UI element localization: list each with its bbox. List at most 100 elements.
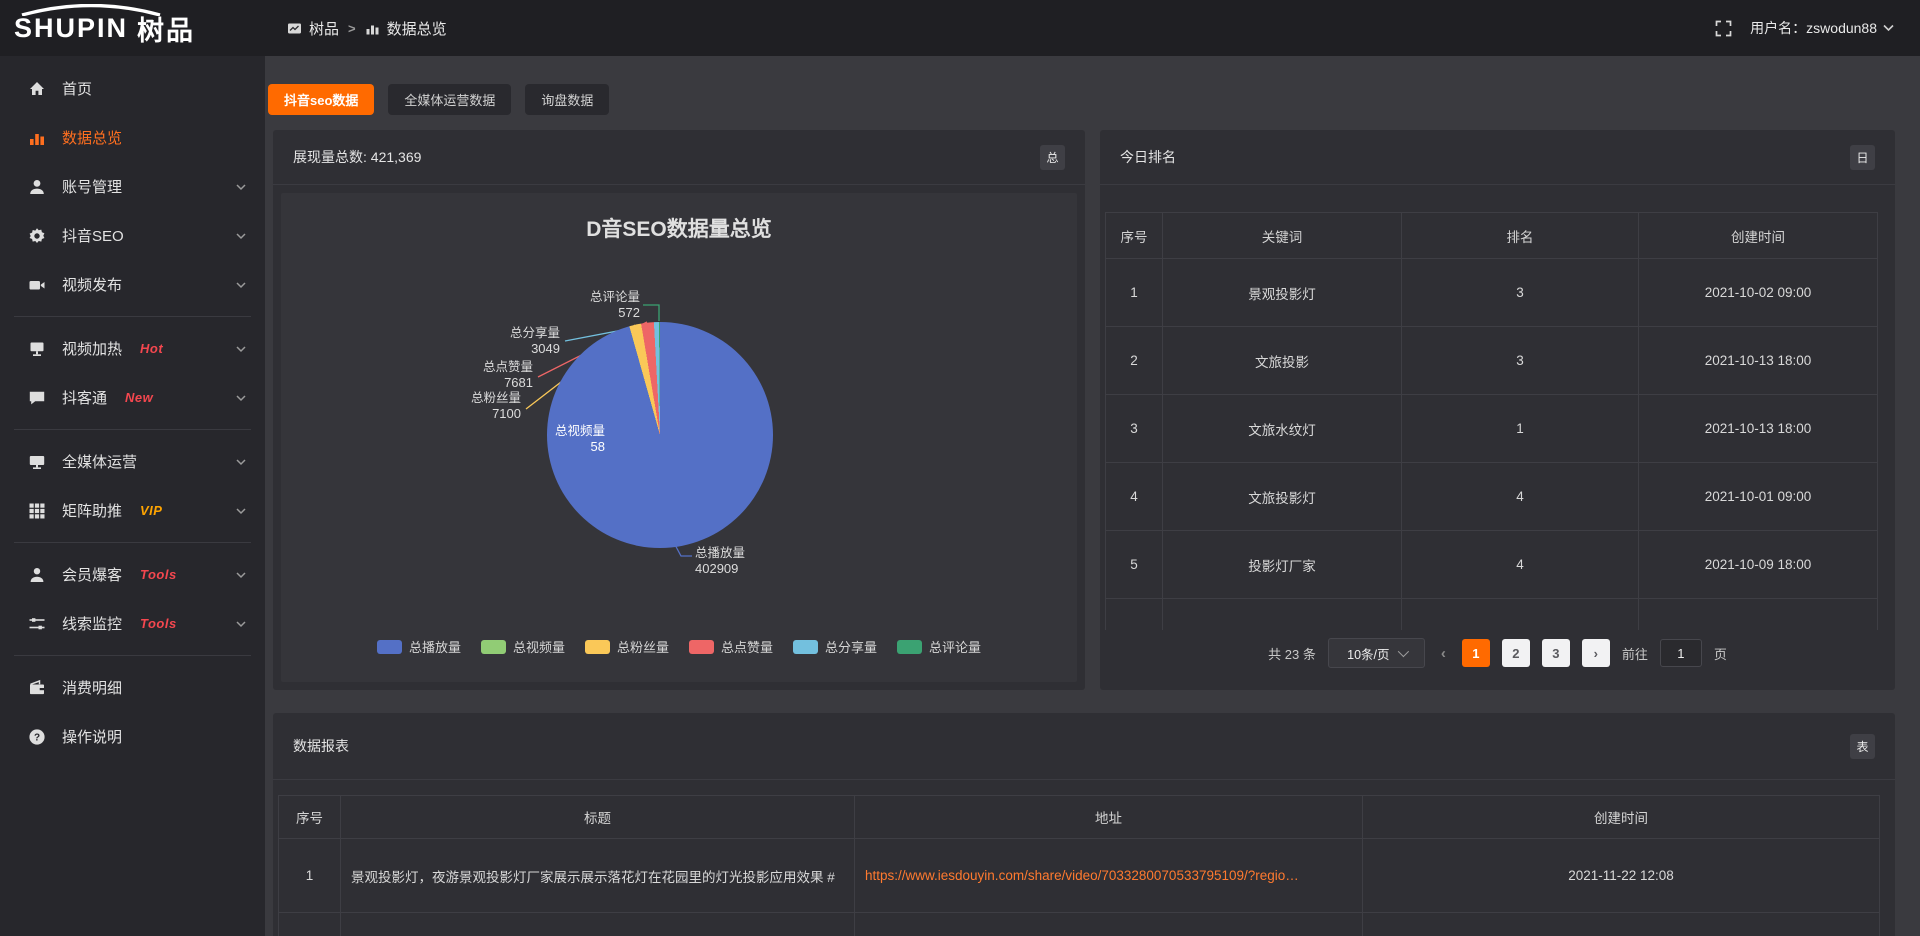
legend-chip bbox=[897, 640, 922, 654]
goto-suffix: 页 bbox=[1714, 644, 1727, 663]
new-badge: New bbox=[125, 390, 153, 405]
report-panel-title: 数据报表 bbox=[293, 736, 349, 756]
table-row: 4 文旅投影灯 4 2021-10-01 09:00 bbox=[1106, 463, 1877, 531]
user-icon bbox=[28, 178, 46, 196]
goto-page-input[interactable] bbox=[1660, 639, 1702, 667]
tab-media-ops-data[interactable]: 全媒体运营数据 bbox=[388, 84, 511, 115]
chevron-down-icon bbox=[235, 279, 247, 291]
goto-label: 前往 bbox=[1622, 644, 1648, 663]
column-header: 标题 bbox=[341, 796, 855, 839]
table-row: 3 文旅水纹灯 1 2021-10-13 18:00 bbox=[1106, 395, 1877, 463]
home-icon bbox=[28, 80, 46, 98]
impressions-panel-header: 展现量总数: 421,369 总 bbox=[273, 130, 1085, 185]
chevron-down-icon bbox=[235, 230, 247, 242]
pagination-total: 共 23 条 bbox=[1268, 644, 1316, 663]
billboard-icon bbox=[28, 340, 46, 358]
day-toggle-button[interactable]: 日 bbox=[1850, 145, 1875, 170]
legend-item[interactable]: 总粉丝量 bbox=[585, 637, 669, 656]
pie-label-videos: 总视频量 58 bbox=[555, 423, 605, 455]
app-root: SHUPIN 树品 树品 > 数据总览 用户名：zswodun88 bbox=[0, 0, 1920, 936]
sidebar-item-video-heat[interactable]: 视频加热 Hot bbox=[0, 324, 265, 373]
legend-item[interactable]: 总分享量 bbox=[793, 637, 877, 656]
sidebar-item-video-publish[interactable]: 视频发布 bbox=[0, 260, 265, 309]
bar-chart-icon bbox=[28, 129, 46, 147]
page-button-1[interactable]: 1 bbox=[1462, 639, 1490, 667]
breadcrumb-item-home[interactable]: 树品 bbox=[287, 18, 339, 39]
fullscreen-icon[interactable] bbox=[1715, 20, 1732, 37]
chevron-down-icon bbox=[235, 181, 247, 193]
chart-title: D音SEO数据量总览 bbox=[273, 213, 1085, 243]
sliders-icon bbox=[28, 615, 46, 633]
report-table: 序号 标题 地址 创建时间 1 景观投影灯，夜游景观投影灯厂家展示展示落花灯在花… bbox=[278, 795, 1880, 936]
sidebar-divider bbox=[14, 655, 251, 656]
column-header: 创建时间 bbox=[1639, 213, 1877, 259]
column-header: 关键词 bbox=[1163, 213, 1402, 259]
total-toggle-button[interactable]: 总 bbox=[1040, 145, 1065, 170]
page-button-3[interactable]: 3 bbox=[1542, 639, 1570, 667]
legend-chip bbox=[689, 640, 714, 654]
chevron-down-icon bbox=[235, 505, 247, 517]
user-menu[interactable]: 用户名：zswodun88 bbox=[1750, 18, 1894, 38]
pagination: 共 23 条 10条/页 ‹ 1 2 3 › 前往 页 bbox=[1100, 638, 1895, 668]
sidebar-item-member-baoke[interactable]: 会员爆客 Tools bbox=[0, 550, 265, 599]
ranking-table-header: 序号 关键词 排名 创建时间 bbox=[1106, 213, 1877, 259]
table-row: 1 景观投影灯，夜游景观投影灯厂家展示展示落花灯在花园里的灯光投影应用效果 # … bbox=[279, 839, 1879, 913]
gear-icon bbox=[28, 227, 46, 245]
table-toggle-button[interactable]: 表 bbox=[1850, 734, 1875, 759]
tab-inquiry-data[interactable]: 询盘数据 bbox=[525, 84, 609, 115]
breadcrumb: 树品 > 数据总览 bbox=[287, 18, 447, 39]
page-size-select[interactable]: 10条/页 bbox=[1328, 638, 1425, 668]
impressions-panel: 展现量总数: 421,369 总 D音SEO数据量总览 总评论量 572 总分享… bbox=[273, 130, 1085, 690]
pie-label-comments: 总评论量 572 bbox=[590, 289, 640, 321]
prev-page-button[interactable]: ‹ bbox=[1437, 645, 1450, 662]
sidebar-divider bbox=[14, 316, 251, 317]
app-window-icon bbox=[287, 21, 302, 36]
legend-item[interactable]: 总点赞量 bbox=[689, 637, 773, 656]
sidebar-item-help[interactable]: ? 操作说明 bbox=[0, 712, 265, 761]
page-button-2[interactable]: 2 bbox=[1502, 639, 1530, 667]
chevron-down-icon bbox=[235, 618, 247, 630]
video-link[interactable]: https://www.iesdouyin.com/share/video/70… bbox=[865, 868, 1299, 883]
pie-label-fans: 总粉丝量 7100 bbox=[471, 390, 521, 422]
legend-item[interactable]: 总播放量 bbox=[377, 637, 461, 656]
table-row-partial bbox=[279, 913, 1879, 936]
video-url-cell: https://www.iesdouyin.com/share/video/70… bbox=[855, 839, 1363, 913]
sidebar-item-media-ops[interactable]: 全媒体运营 bbox=[0, 437, 265, 486]
sidebar-item-doukentong[interactable]: 抖客通 New bbox=[0, 373, 265, 422]
sidebar-item-account[interactable]: 账号管理 bbox=[0, 162, 265, 211]
tools-badge: Tools bbox=[140, 616, 177, 631]
legend-item[interactable]: 总视频量 bbox=[481, 637, 565, 656]
topbar-right: 用户名：zswodun88 bbox=[1715, 18, 1920, 38]
chevron-down-icon bbox=[1883, 24, 1894, 32]
table-row: 1 景观投影灯 3 2021-10-02 09:00 bbox=[1106, 259, 1877, 327]
svg-text:?: ? bbox=[34, 732, 40, 743]
sidebar-item-expense-detail[interactable]: 消费明细 bbox=[0, 663, 265, 712]
sidebar-item-douyin-seo[interactable]: 抖音SEO bbox=[0, 211, 265, 260]
breadcrumb-separator: > bbox=[348, 21, 356, 36]
chevron-down-icon bbox=[235, 456, 247, 468]
sidebar-item-clue-monitor[interactable]: 线索监控 Tools bbox=[0, 599, 265, 648]
sidebar-item-matrix-boost[interactable]: 矩阵助推 VIP bbox=[0, 486, 265, 535]
column-header: 创建时间 bbox=[1363, 796, 1879, 839]
username-label: 用户名：zswodun88 bbox=[1750, 18, 1877, 38]
chat-bubble-icon bbox=[28, 389, 46, 407]
grid-icon bbox=[28, 502, 46, 520]
report-panel: 数据报表 表 序号 标题 地址 创建时间 1 景观投影灯，夜游景观投影灯厂家展示… bbox=[273, 713, 1895, 936]
pie-label-shares: 总分享量 3049 bbox=[510, 325, 560, 357]
ranking-table: 序号 关键词 排名 创建时间 1 景观投影灯 3 2021-10-02 09:0… bbox=[1105, 212, 1878, 630]
chevron-down-icon bbox=[235, 392, 247, 404]
tab-douyin-seo-data[interactable]: 抖音seo数据 bbox=[268, 84, 374, 115]
legend-chip bbox=[377, 640, 402, 654]
table-row: 5 投影灯厂家 4 2021-10-09 18:00 bbox=[1106, 531, 1877, 599]
monitor-icon bbox=[28, 453, 46, 471]
table-row: 2 文旅投影 3 2021-10-13 18:00 bbox=[1106, 327, 1877, 395]
sidebar: 首页 数据总览 账号管理 抖音SEO 视频发布 视频加热 Hot bbox=[0, 56, 265, 936]
legend-item[interactable]: 总评论量 bbox=[897, 637, 981, 656]
sidebar-divider bbox=[14, 542, 251, 543]
breadcrumb-item-current[interactable]: 数据总览 bbox=[365, 18, 447, 39]
logo-arc bbox=[18, 4, 164, 16]
legend-chip bbox=[481, 640, 506, 654]
sidebar-item-home[interactable]: 首页 bbox=[0, 64, 265, 113]
sidebar-item-data-overview[interactable]: 数据总览 bbox=[0, 113, 265, 162]
next-page-button[interactable]: › bbox=[1582, 639, 1610, 667]
